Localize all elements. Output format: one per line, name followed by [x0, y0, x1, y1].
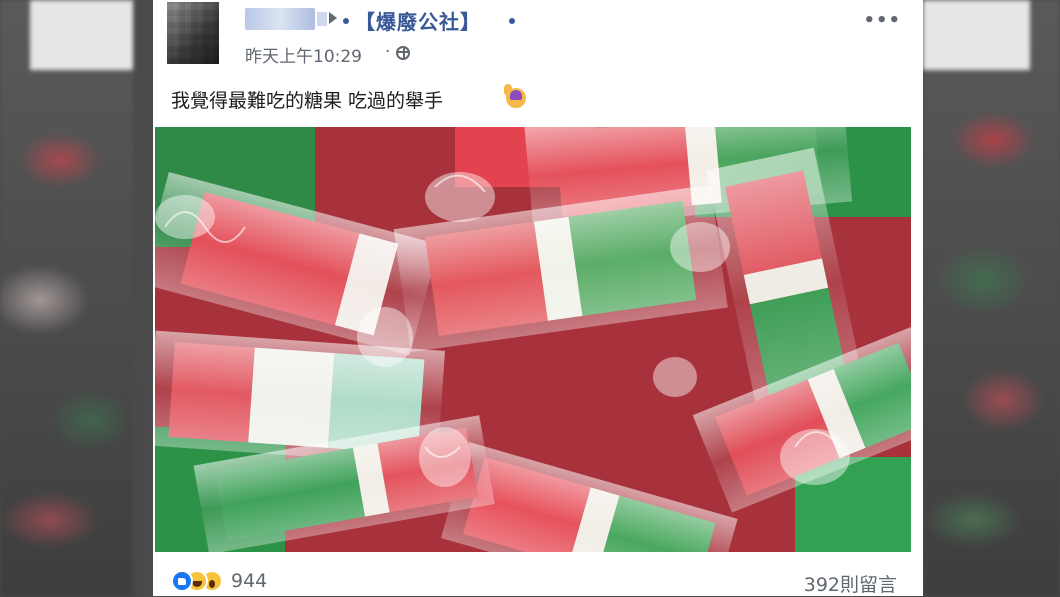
blurred-background-right: [923, 0, 1060, 596]
post-text: 我覺得最難吃的糖果 吃過的舉手: [171, 90, 444, 112]
candy-photo-illustration: [155, 127, 911, 552]
share-arrow-icon: [329, 12, 337, 24]
dot-icon: [343, 18, 349, 24]
comment-count-link[interactable]: 392則留言: [804, 570, 897, 597]
facebook-post-card: 【爆廢公社】 ••• 昨天上午10:29 · 我覺得最難吃的糖果 吃過的舉手 9…: [153, 0, 923, 596]
blurred-background-left: [0, 0, 133, 596]
blurred-card-left: [30, 0, 133, 70]
author-name-blurred[interactable]: [245, 8, 327, 30]
meta-separator: ·: [385, 42, 391, 62]
blurred-card-right: [923, 0, 1030, 70]
globe-icon[interactable]: [396, 46, 410, 60]
reaction-count[interactable]: 944: [231, 570, 267, 592]
group-name-link[interactable]: 【爆廢公社】: [355, 6, 481, 35]
like-icon: [171, 570, 193, 592]
post-photo-candies[interactable]: [155, 127, 911, 552]
dot-icon: [509, 18, 515, 24]
avatar[interactable]: [167, 2, 219, 64]
raise-hand-icon: [504, 84, 526, 108]
more-options-icon[interactable]: •••: [863, 10, 901, 31]
post-timestamp[interactable]: 昨天上午10:29: [245, 42, 362, 67]
